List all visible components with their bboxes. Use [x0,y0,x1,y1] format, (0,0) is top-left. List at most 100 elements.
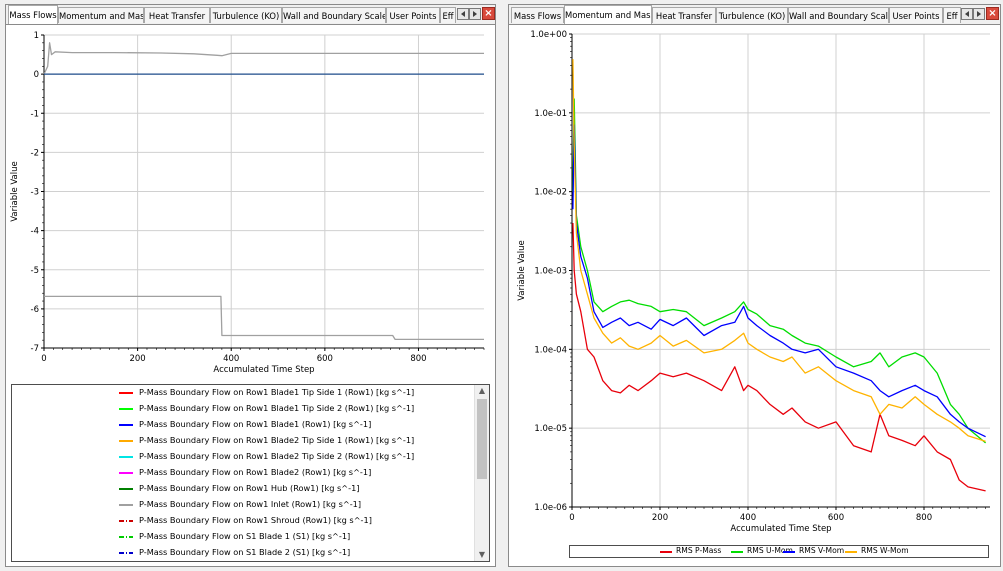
tab-wall-and-boundary-scale[interactable]: Wall and Boundary Scale [282,7,386,23]
legend-item: P-Mass Boundary Flow on Row1 Blade1 Tip … [12,401,476,417]
x-tick-label: 200 [129,354,145,364]
legend-item: P-Mass Boundary Flow on S1 Blade 2 (S1) … [12,545,476,561]
legend-swatch [845,551,857,553]
right-tab-strip: Mass Flows Momentum and Mass Heat Transf… [509,5,1000,25]
legend-swatch [119,472,133,474]
legend-label: RMS P-Mass [676,546,722,555]
legend-label: P-Mass Boundary Flow on S1 Blade 1 (S1) … [139,531,351,541]
legend-item: P-Mass Boundary Flow on Row1 Inlet (Row1… [12,497,476,513]
x-tick-label: 800 [410,354,426,364]
legend-swatch [119,456,133,458]
momentum-and-mass-chart: 0 200 400 600 800 1.0e+00 1.0e-01 1.0e-02 1.0e-0… [517,30,990,534]
legend-label: P-Mass Boundary Flow on Row1 Blade1 (Row… [139,419,372,429]
legend-item: P-Mass Boundary Flow on Row1 Blade2 Tip … [12,433,476,449]
legend-swatch [119,392,133,394]
y-tick-label: 1.0e-06 [534,503,567,513]
legend-item: P-Mass Boundary Flow on Row1 Blade1 Tip … [12,385,476,401]
y-tick-label: 1.0e-02 [534,188,567,198]
legend-item: RMS P-Mass [660,546,730,557]
x-tick-label: 800 [916,513,932,523]
legend-label: P-Mass Boundary Flow on Row1 Inlet (Row1… [139,499,362,509]
legend-label: P-Mass Boundary Flow on S1 Blade 2 (S1) … [139,547,351,557]
tab-turbulence-ko[interactable]: Turbulence (KO) [716,7,788,23]
x-tick-label: 400 [740,513,756,523]
legend-label: P-Mass Boundary Flow on Row1 Blade1 Tip … [139,403,415,413]
y-tick-label: 1.0e-03 [534,267,567,277]
x-tick-label: 0 [41,354,46,364]
scroll-down-icon[interactable]: ▼ [475,549,489,561]
left-tab-strip: Mass Flows Momentum and Mass Heat Transf… [6,5,495,25]
legend-label: P-Mass Boundary Flow on Row1 Blade2 Tip … [139,451,415,461]
legend-label: P-Mass Boundary Flow on Row1 Hub (Row1) … [139,483,360,493]
legend-swatch [119,488,133,490]
x-axis-label: Accumulated Time Step [213,365,314,375]
legend-item: P-Mass Boundary Flow on Row1 Blade2 Tip … [12,449,476,465]
legend-item: P-Mass Boundary Flow on Row1 Shroud (Row… [12,513,476,529]
legend-item: P-Mass Boundary Flow on Row1 Hub (Row1) … [12,481,476,497]
x-tick-label: 600 [828,513,844,523]
momentum-and-mass-panel: Mass Flows Momentum and Mass Heat Transf… [508,4,1001,567]
tab-momentum-and-mass[interactable]: Momentum and Mass [58,7,144,23]
legend-label: RMS W-Mom [861,546,909,555]
legend-label: P-Mass Boundary Flow on Row1 Blade1 Tip … [139,387,415,397]
tab-heat-transfer[interactable]: Heat Transfer [144,7,210,23]
x-axis-label: Accumulated Time Step [730,524,831,534]
legend-item: RMS V-Mom [783,546,853,557]
legend-item: P-Mass Boundary Flow on S1 Blade 1 (S1) … [12,529,476,545]
tab-mass-flows[interactable]: Mass Flows [8,5,58,24]
y-tick-label: -4 [31,227,39,237]
legend-swatch [119,520,133,522]
tab-efficiency[interactable]: Eff [440,7,456,23]
x-tick-label: 600 [317,354,333,364]
legend-scrollbar[interactable]: ▲ ▼ [474,385,489,561]
legend-swatch [660,551,672,553]
mass-flows-chart: 0 200 400 600 800 1 0 -1 -2 -3 -4 -5 -6 -7 Accumulated… [10,31,485,375]
scroll-right-icon[interactable] [469,8,481,20]
y-tick-label: 1.0e-01 [534,109,567,119]
y-tick-label: -6 [31,305,39,315]
y-axis-label: Variable Value [10,161,20,221]
tab-user-points[interactable]: User Points [386,7,440,23]
legend-item: RMS W-Mom [845,546,915,557]
legend-label: RMS V-Mom [799,546,845,555]
y-tick-label: 1.0e-04 [534,345,567,355]
scroll-left-icon[interactable] [457,8,469,20]
y-tick-label: -1 [31,109,39,119]
legend-swatch [731,551,743,553]
legend-label: P-Mass Boundary Flow on Row1 Blade2 (Row… [139,467,372,477]
legend-label: P-Mass Boundary Flow on Row1 Shroud (Row… [139,515,372,525]
scrollbar-thumb[interactable] [477,399,487,479]
legend-label: P-Mass Boundary Flow on Row1 Blade2 Tip … [139,435,415,445]
residuals-legend: RMS P-Mass RMS U-Mom RMS V-Mom RMS W-Mom [569,545,989,558]
y-axis-label: Variable Value [517,240,527,300]
y-tick-label: -2 [31,148,39,158]
x-tick-label: 200 [652,513,668,523]
legend-item: P-Mass Boundary Flow on Row1 Blade2 (Row… [12,465,476,481]
y-tick-label: -3 [31,188,39,198]
legend-swatch [783,551,795,553]
y-tick-label: -7 [31,344,39,354]
scroll-left-icon[interactable] [961,8,973,20]
tab-heat-transfer[interactable]: Heat Transfer [652,7,716,23]
legend-swatch [119,408,133,410]
close-icon[interactable]: × [482,7,495,20]
scroll-up-icon[interactable]: ▲ [475,385,489,397]
legend-swatch [119,424,133,426]
tab-momentum-and-mass[interactable]: Momentum and Mass [564,5,652,24]
y-tick-label: 1 [34,31,39,41]
legend-swatch [119,440,133,442]
scroll-right-icon[interactable] [973,8,985,20]
tab-user-points[interactable]: User Points [889,7,943,23]
legend-swatch [119,552,133,554]
legend-swatch [119,536,133,538]
y-tick-label: 1.0e-05 [534,424,567,434]
tab-wall-and-boundary-scale[interactable]: Wall and Boundary Scale [788,7,889,23]
x-tick-label: 400 [223,354,239,364]
mass-flows-legend: P-Mass Boundary Flow on Row1 Blade1 Tip … [11,384,490,562]
mass-flows-panel: Mass Flows Momentum and Mass Heat Transf… [5,4,496,567]
y-tick-label: 1.0e+00 [530,30,567,40]
tab-turbulence-ko[interactable]: Turbulence (KO) [210,7,282,23]
close-icon[interactable]: × [986,7,999,20]
tab-efficiency[interactable]: Eff [943,7,961,23]
tab-mass-flows[interactable]: Mass Flows [511,7,564,23]
